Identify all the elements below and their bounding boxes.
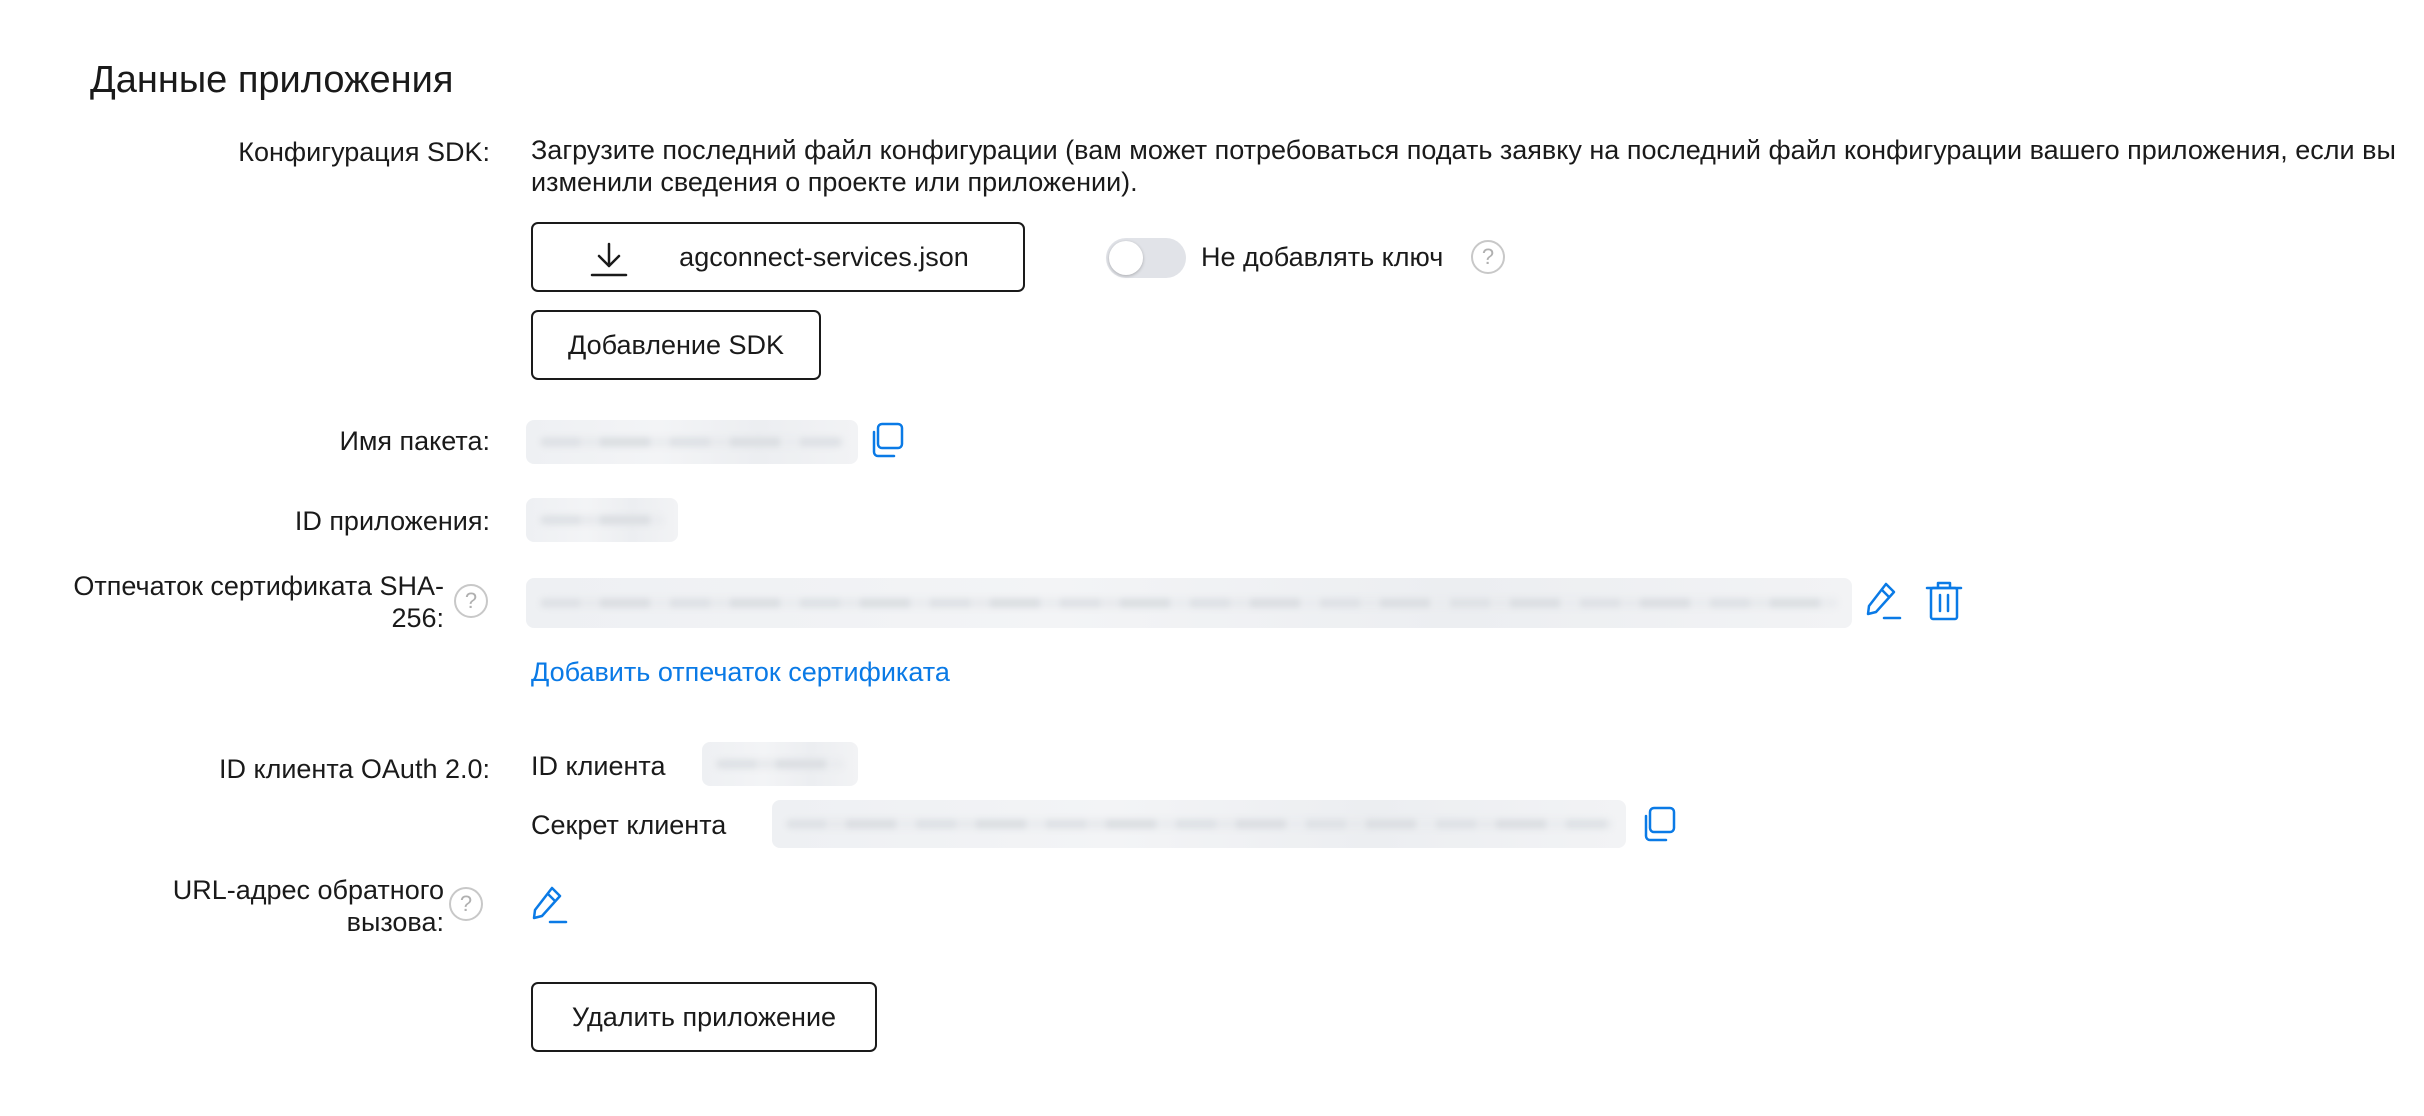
no-key-label: Не добавлять ключ [1201,242,1444,272]
sdk-config-label: Конфигурация SDK: [238,137,490,167]
add-certificate-link[interactable]: Добавить отпечаток сертификата [531,656,950,688]
add-sdk-button[interactable]: Добавление SDK [531,310,821,380]
toggle-knob [1109,241,1143,275]
package-name-value [526,420,858,464]
client-secret-value [772,800,1626,848]
client-id-value [702,742,858,786]
app-id-label: ID приложения: [294,506,490,536]
certificate-fingerprint-value [526,578,1852,628]
help-icon[interactable]: ? [449,887,483,921]
edit-icon[interactable] [1864,580,1904,627]
certificate-label: Отпечаток сертификата SHA-256: [73,571,444,633]
client-id-label: ID клиента [531,751,666,781]
client-secret-label: Секрет клиента [531,810,727,840]
copy-icon[interactable] [1640,806,1676,847]
help-icon[interactable]: ? [1471,240,1505,274]
copy-icon[interactable] [868,422,904,463]
package-name-label: Имя пакета: [339,426,490,456]
oauth-label: ID клиента OAuth 2.0: [218,754,490,784]
delete-app-button[interactable]: Удалить приложение [531,982,877,1052]
download-config-button[interactable]: agconnect-services.json [531,222,1025,292]
app-id-value [526,498,678,542]
help-icon[interactable]: ? [454,584,488,618]
callback-url-label: URL-адрес обратного вызова: [172,875,444,937]
download-config-label: agconnect-services.json [679,241,969,272]
no-key-toggle[interactable] [1106,238,1186,278]
trash-icon[interactable] [1924,580,1964,627]
sdk-config-description: Загрузите последний файл конфигурации (в… [531,135,2396,197]
download-icon [589,242,629,285]
edit-icon[interactable] [530,884,570,931]
section-title: Данные приложения [90,59,454,101]
